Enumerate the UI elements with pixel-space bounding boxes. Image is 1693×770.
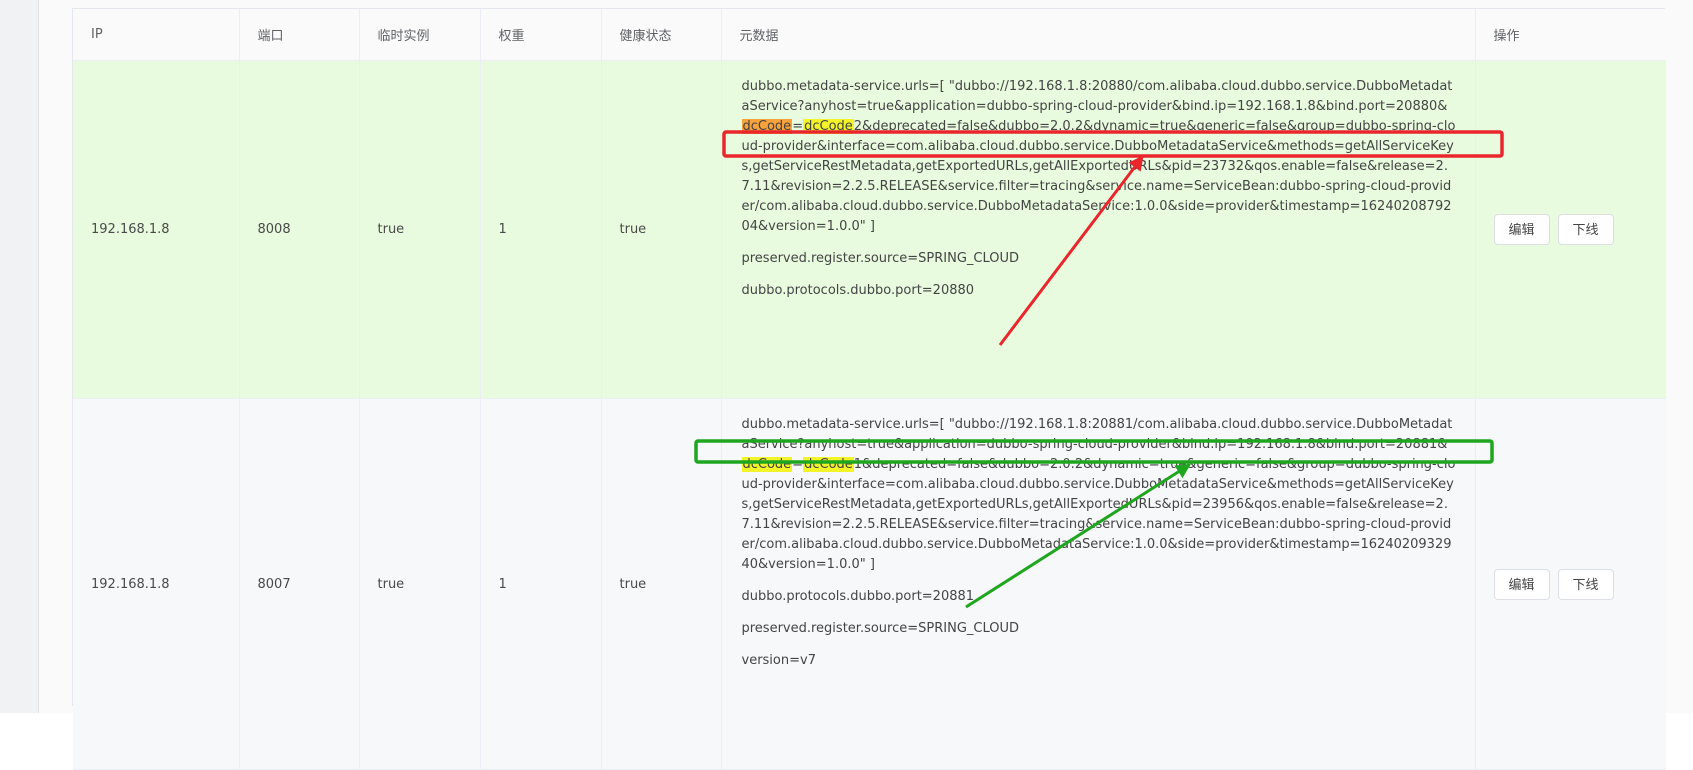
header-ephemeral: 临时实例 (359, 9, 481, 61)
header-metadata: 元数据 (721, 9, 1476, 61)
table-row: 192.168.1.8 8007 true 1 true dubbo.metad… (73, 398, 1666, 770)
header-operations: 操作 (1475, 9, 1666, 61)
header-weight: 权重 (480, 9, 602, 61)
cell-weight: 1 (480, 398, 602, 770)
header-ip: IP (73, 9, 240, 61)
instance-table-grid: IP 端口 临时实例 权重 健康状态 元数据 操作 192.168.1.8 80… (73, 9, 1666, 770)
table-row: 192.168.1.8 8008 true 1 true dubbo.metad… (73, 60, 1666, 399)
cell-weight: 1 (480, 60, 602, 399)
metadata-urls-suffix: 2&deprecated=false&dubbo=2.0.2&dynamic=t… (741, 119, 1456, 234)
offline-button[interactable]: 下线 (1557, 214, 1614, 245)
metadata-entry: preserved.register.source=SPRING_CLOUD (741, 621, 1020, 636)
highlight-equals: = (792, 119, 804, 134)
cell-ip: 192.168.1.8 (73, 60, 240, 399)
instance-table: IP 端口 临时实例 权重 健康状态 元数据 操作 192.168.1.8 80… (72, 8, 1666, 770)
header-port: 端口 (239, 9, 360, 61)
highlight-equals: = (792, 457, 804, 472)
edit-button[interactable]: 编辑 (1493, 568, 1550, 600)
metadata-urls-suffix: 1&deprecated=false&dubbo=2.0.2&dynamic=t… (741, 457, 1456, 572)
header-health: 健康状态 (601, 9, 722, 61)
metadata-service-urls: dubbo.metadata-service.urls=[ "dubbo://1… (741, 77, 1457, 237)
highlight-key: dcCode (741, 457, 793, 472)
metadata-urls-prefix: dubbo.metadata-service.urls=[ "dubbo://1… (741, 417, 1453, 452)
left-sidebar-rail (0, 0, 39, 713)
metadata-entry: preserved.register.source=SPRING_CLOUD (741, 251, 1020, 266)
cell-metadata: dubbo.metadata-service.urls=[ "dubbo://1… (721, 60, 1476, 399)
metadata-urls-prefix: dubbo.metadata-service.urls=[ "dubbo://1… (741, 79, 1453, 114)
cell-health: true (601, 60, 722, 399)
cell-ephemeral: true (359, 60, 481, 399)
metadata-service-urls: dubbo.metadata-service.urls=[ "dubbo://1… (741, 415, 1457, 575)
cell-metadata: dubbo.metadata-service.urls=[ "dubbo://1… (721, 398, 1476, 770)
highlight-value: dcCode (803, 457, 854, 472)
cell-operations: 编辑 下线 (1475, 60, 1666, 399)
cell-ip: 192.168.1.8 (73, 398, 240, 770)
cell-port: 8008 (239, 60, 360, 399)
cell-ephemeral: true (359, 398, 481, 770)
offline-button[interactable]: 下线 (1557, 568, 1614, 600)
edit-button[interactable]: 编辑 (1493, 214, 1550, 245)
cell-operations: 编辑 下线 (1475, 398, 1666, 770)
metadata-entry: dubbo.protocols.dubbo.port=20880 (741, 283, 975, 298)
highlight-key: dcCode (741, 119, 793, 134)
cell-port: 8007 (239, 398, 360, 770)
highlight-value: dcCode (803, 119, 854, 134)
table-header-row: IP 端口 临时实例 权重 健康状态 元数据 操作 (73, 9, 1666, 61)
metadata-entry: version=v7 (741, 653, 816, 668)
cell-health: true (601, 398, 722, 770)
metadata-entry: dubbo.protocols.dubbo.port=20881 (741, 589, 975, 604)
